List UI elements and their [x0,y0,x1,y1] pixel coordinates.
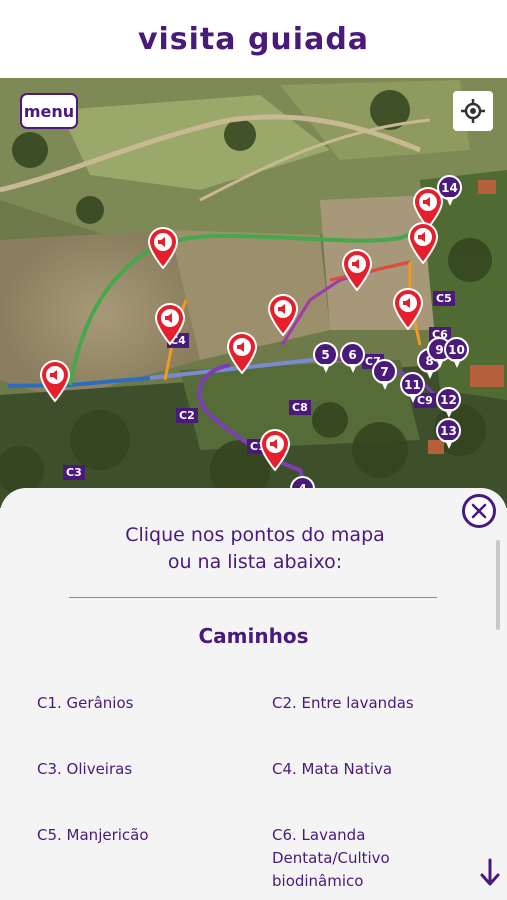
audio-pin-c1[interactable] [259,429,291,475]
app-header: visita guiada [0,0,507,78]
audio-pin-c6[interactable] [407,222,439,268]
audio-pin-label: C2 [176,408,198,423]
point-pin-6[interactable]: 6 [340,342,365,373]
audio-pin-c8[interactable] [267,294,299,340]
audio-pin-c9[interactable] [392,288,424,334]
path-item-c4[interactable]: C4. Mata Nativa [272,758,472,781]
app-title: visita guiada [137,21,370,57]
audio-pin-icon [147,227,179,270]
audio-pin-icon [226,332,258,375]
instruction-line-2: ou na lista abaixo: [167,551,343,573]
path-item-c5[interactable]: C5. Manjericão [37,824,237,847]
audio-pin-icon [267,294,299,337]
audio-pin-c2[interactable] [154,303,186,349]
audio-pin-icon [341,249,373,292]
audio-pin-icon [154,303,186,346]
point-pin-10[interactable]: 10 [444,337,469,368]
point-pin-5[interactable]: 5 [313,342,338,373]
path-item-c6[interactable]: C6. Lavanda Dentata/Cultivo biodinâmico [272,824,447,893]
divider [69,597,437,598]
audio-pin-c3[interactable] [39,360,71,406]
audio-pin-label: C3 [63,465,85,480]
audio-pin-label: C5 [433,291,455,306]
point-pin-7[interactable]: 7 [372,359,397,390]
audio-pin-icon [392,288,424,331]
audio-pin-icon [407,222,439,265]
path-item-c1[interactable]: C1. Gerânios [37,692,237,715]
crosshair-icon [461,99,485,123]
audio-pin-c4[interactable] [147,227,179,273]
audio-pin-c10[interactable] [226,332,258,378]
close-icon [471,503,487,519]
audio-pin-icon [259,429,291,472]
close-panel-button[interactable] [462,494,496,528]
map-view[interactable]: C4 C2 C3 C8 C10 C7 C9 C5 C6 C1 14 5 6 7 … [0,78,507,508]
menu-button[interactable]: menu [20,93,78,129]
path-item-c2[interactable]: C2. Entre lavandas [272,692,472,715]
point-pin-11[interactable]: 11 [400,372,425,403]
audio-pin-c7[interactable] [341,249,373,295]
point-pin-13[interactable]: 13 [436,418,461,449]
instruction-line-1: Clique nos pontos do mapa [125,524,385,546]
panel-scrollbar[interactable] [496,540,500,630]
audio-pin-label: C8 [289,400,311,415]
section-title: Caminhos [198,624,309,648]
instruction-text: Clique nos pontos do mapa ou na lista ab… [60,522,450,576]
point-pin-12[interactable]: 12 [436,387,461,418]
scroll-down-button[interactable] [478,857,502,889]
point-pin-14[interactable]: 14 [437,175,462,206]
audio-pin-icon [39,360,71,403]
path-item-c3[interactable]: C3. Oliveiras [37,758,237,781]
locate-button[interactable] [453,91,493,131]
arrow-down-icon [480,858,500,886]
